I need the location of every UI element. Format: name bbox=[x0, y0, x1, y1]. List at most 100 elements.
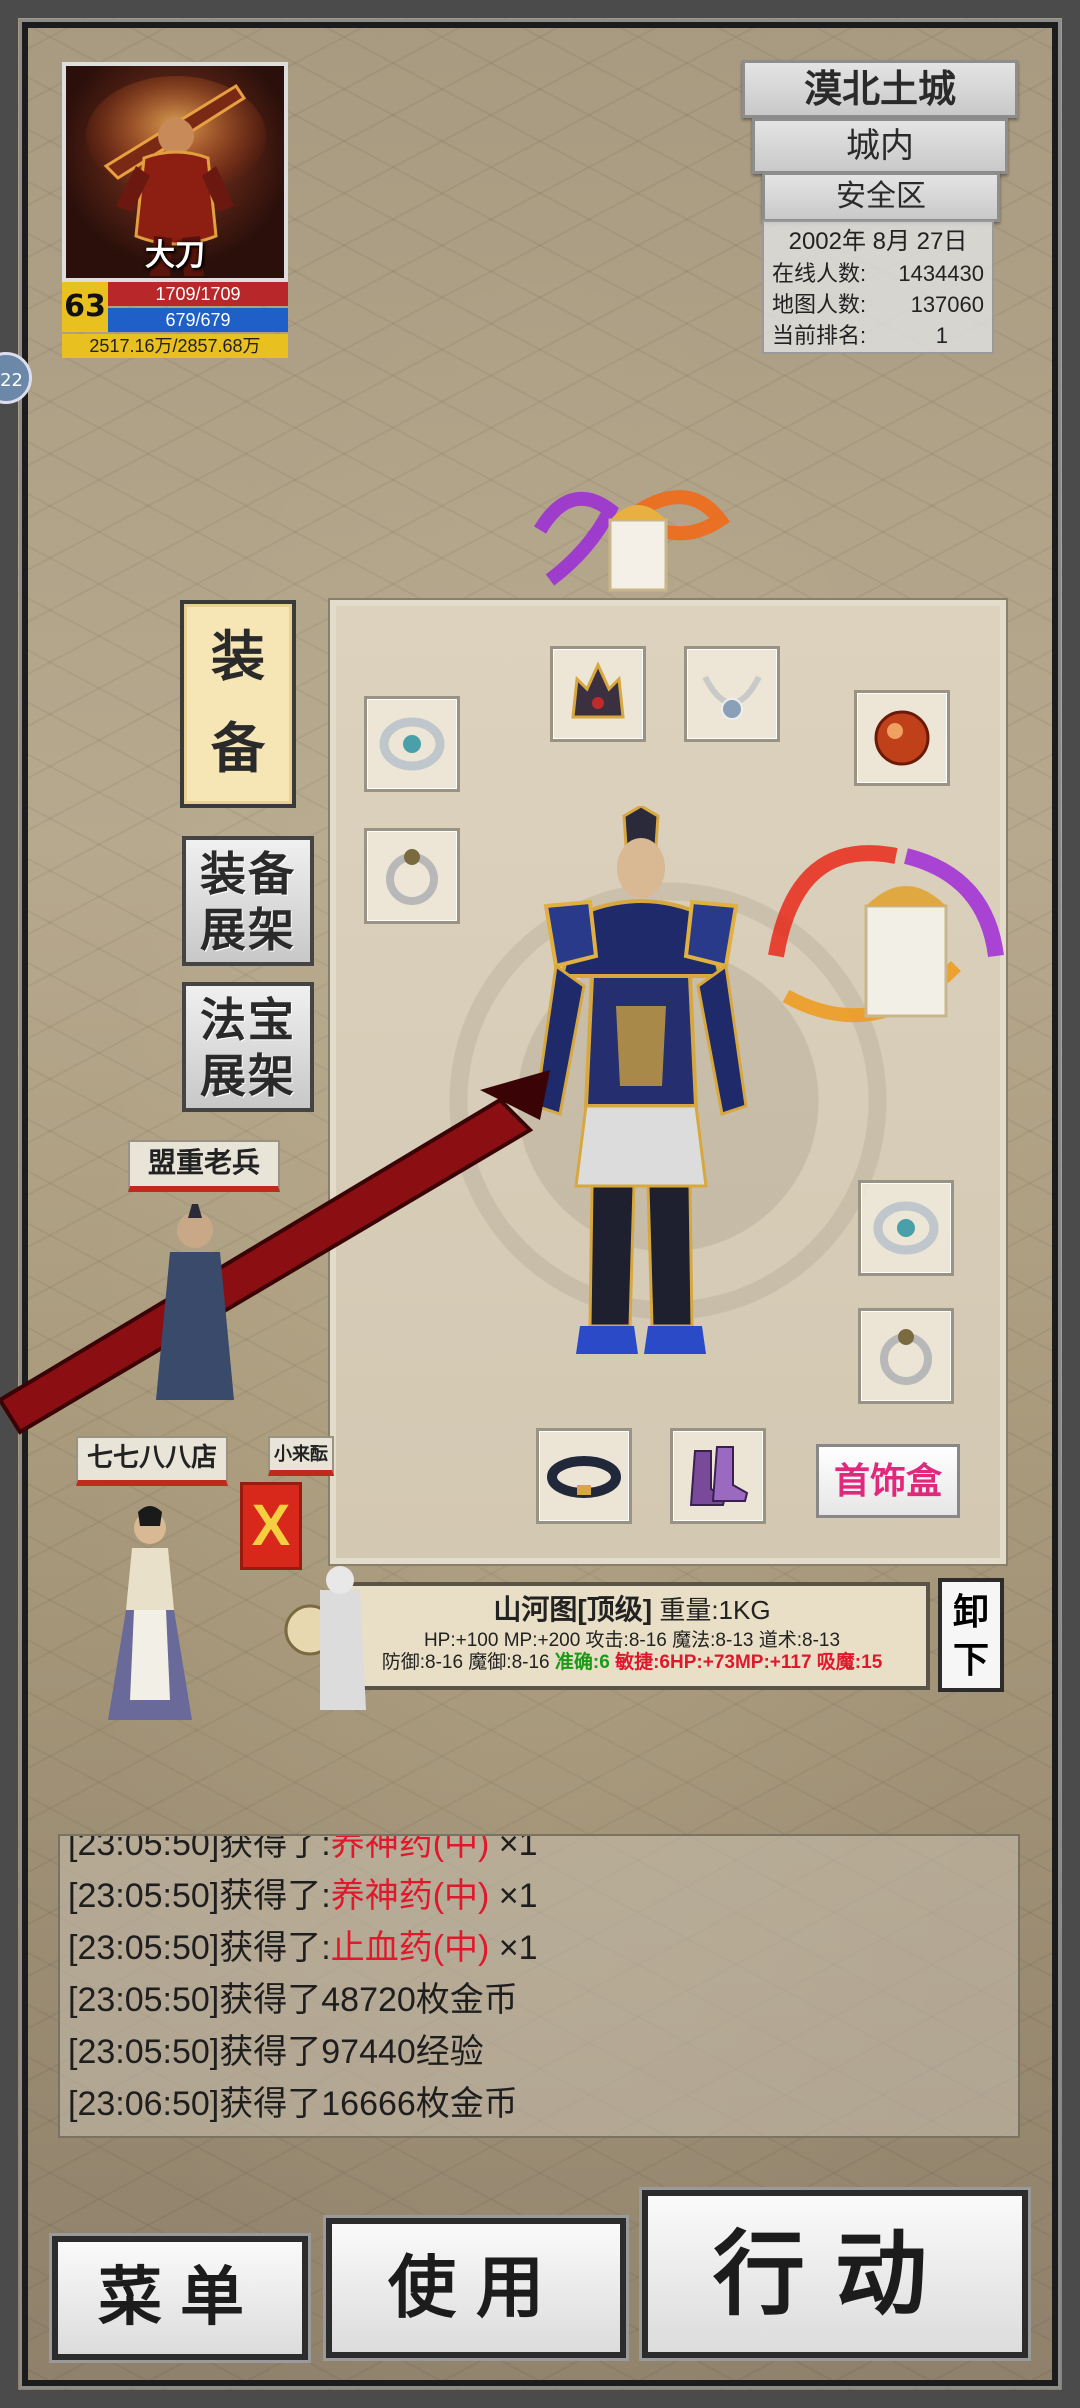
chat-lines: [23:05:50]获得了:养神药(中) ×1 [23:05:50]获得了:养神… bbox=[68, 1834, 538, 2130]
item-tooltip: 山河图[顶级] 重量:1KG HP:+100 MP:+200 攻击:8-16 魔… bbox=[334, 1582, 930, 1690]
jewelry-box-button[interactable]: 首饰盒 bbox=[816, 1444, 960, 1518]
item-title-line: 山河图[顶级] 重量:1KG bbox=[338, 1586, 926, 1630]
npc-label-small[interactable]: 小来酝 bbox=[268, 1436, 334, 1476]
player-portrait[interactable]: 大刀 bbox=[62, 62, 288, 282]
rank-label: 当前排名: bbox=[772, 323, 867, 348]
chat-line: [23:06:50]获得了16666枚金币 bbox=[68, 2078, 538, 2130]
slot-bracelet-right[interactable] bbox=[858, 1180, 954, 1276]
chat-text: 获得了: bbox=[219, 1929, 331, 1967]
npc-shopkeeper-figure-icon[interactable] bbox=[100, 1500, 200, 1750]
rank-row: 当前排名: 1 bbox=[772, 320, 984, 351]
online-count-value: 1434430 bbox=[898, 261, 984, 286]
item-defense: 防御:8-16 魔御:8-16 bbox=[381, 1652, 550, 1673]
online-count-row: 在线人数: 1434430 bbox=[772, 258, 984, 289]
bracelet-icon bbox=[873, 1201, 939, 1255]
chat-line: [23:05:50]获得了:养神药(中) ×1 bbox=[68, 1870, 538, 1922]
ring-icon bbox=[386, 849, 438, 905]
item-name: 山河图[顶级] bbox=[493, 1594, 653, 1625]
npc-label-shop[interactable]: 七七八八店 bbox=[76, 1436, 228, 1486]
server-info-box: 2002年 8月 27日 在线人数: 1434430 地图人数: 137060 … bbox=[762, 220, 994, 354]
chat-suffix: ×1 bbox=[489, 1834, 538, 1863]
unequip-line2: 下 bbox=[952, 1639, 989, 1681]
chat-time: [23:05:50] bbox=[68, 1929, 220, 1967]
map-count-label: 地图人数: bbox=[772, 292, 867, 317]
npc-veteran-figure-icon[interactable] bbox=[140, 1200, 250, 1420]
chat-text: 获得了97440经验 bbox=[219, 2033, 484, 2071]
close-button[interactable]: X bbox=[240, 1482, 302, 1570]
necklace-icon bbox=[702, 675, 762, 720]
boots-icon bbox=[689, 1446, 749, 1506]
chat-time: [23:05:50] bbox=[68, 1877, 220, 1915]
chat-line: [23:05:50]获得了48720枚金币 bbox=[68, 1974, 538, 2026]
bracelet-icon bbox=[379, 717, 445, 771]
treasure-showcase-line1: 法宝 bbox=[200, 993, 296, 1047]
player-level: 63 bbox=[62, 282, 108, 332]
item-weight: 重量:1KG bbox=[659, 1595, 771, 1625]
chat-time: [23:05:50] bbox=[68, 2033, 220, 2071]
action-button[interactable]: 行动 bbox=[642, 2190, 1028, 2358]
slot-bracelet-left[interactable] bbox=[364, 696, 460, 792]
hp-bar: 1709/1709 bbox=[108, 282, 288, 306]
equipment-tab-line1: 装 bbox=[211, 624, 265, 688]
chat-line: [23:05:50]获得了:养神药(中) ×1 bbox=[68, 1834, 538, 1870]
slot-helmet[interactable] bbox=[550, 646, 646, 742]
chat-line: [23:05:50]获得了97440经验 bbox=[68, 2026, 538, 2078]
chat-text: 获得了: bbox=[219, 1877, 331, 1915]
ring-icon bbox=[880, 1329, 932, 1385]
item-stats-line1: HP:+100 MP:+200 攻击:8-16 魔法:8-13 道术:8-13 bbox=[423, 1630, 841, 1651]
belt-icon bbox=[547, 1456, 621, 1498]
chat-item: 养神药(中) bbox=[330, 1834, 490, 1863]
chat-item: 养神药(中) bbox=[330, 1877, 490, 1915]
rank-value: 1 bbox=[935, 323, 948, 348]
unequip-button[interactable]: 卸 下 bbox=[938, 1578, 1004, 1692]
side-badge[interactable]: 22 bbox=[0, 352, 32, 404]
chat-text: 获得了16666枚金币 bbox=[219, 2085, 518, 2123]
online-count-label: 在线人数: bbox=[772, 261, 867, 286]
item-agility: 敏捷:6 bbox=[615, 1652, 670, 1673]
chat-time: [23:06:50] bbox=[68, 2085, 220, 2123]
slot-necklace[interactable] bbox=[684, 646, 780, 742]
slot-medal[interactable] bbox=[854, 690, 950, 786]
chat-suffix: ×1 bbox=[489, 1929, 538, 1967]
mp-bar: 679/679 bbox=[108, 308, 288, 332]
slot-boots[interactable] bbox=[670, 1428, 766, 1524]
scroll-treasure-icon bbox=[768, 845, 1004, 1023]
gold-bar: 2517.16万/2857.68万 bbox=[62, 334, 288, 358]
game-date: 2002年 8月 27日 bbox=[788, 228, 968, 255]
treasure-scroll-effect-icon bbox=[533, 490, 730, 592]
red-sword-icon bbox=[0, 1070, 550, 1435]
player-status-panel[interactable]: 大刀 63 1709/1709 679/679 2517.16万/2857.68… bbox=[62, 62, 288, 358]
unequip-line1: 卸 bbox=[952, 1591, 989, 1633]
npc-label-veteran[interactable]: 盟重老兵 bbox=[128, 1140, 280, 1192]
equipment-tab-line2: 备 bbox=[211, 716, 265, 780]
medal-icon bbox=[874, 710, 930, 766]
use-button[interactable]: 使用 bbox=[326, 2218, 626, 2358]
npc-guard-figure-icon[interactable] bbox=[280, 1560, 380, 1730]
item-accuracy: 准确:6 bbox=[554, 1652, 610, 1673]
chat-log[interactable]: [23:05:50]获得了:养神药(中) ×1 [23:05:50]获得了:养神… bbox=[58, 1834, 1020, 2138]
item-bonus: HP:+73MP:+117 吸魔:15 bbox=[670, 1652, 883, 1673]
slot-belt[interactable] bbox=[536, 1428, 632, 1524]
chat-suffix: ×1 bbox=[489, 1877, 538, 1915]
item-stats-line2: 防御:8-16 魔御:8-16 准确:6 敏捷:6HP:+73MP:+117 吸… bbox=[338, 1652, 926, 1674]
equipment-showcase-line2: 展架 bbox=[200, 903, 296, 957]
chat-time: [23:05:50] bbox=[68, 1981, 220, 2019]
area-name: 城内 bbox=[752, 118, 1008, 174]
equipment-showcase-line1: 装备 bbox=[200, 847, 296, 901]
city-name: 漠北土城 bbox=[742, 60, 1018, 118]
slot-ring-right[interactable] bbox=[858, 1308, 954, 1404]
equipment-showcase-button[interactable]: 装备 展架 bbox=[182, 836, 314, 966]
map-count-value: 137060 bbox=[910, 292, 984, 317]
chat-line: [23:05:50]获得了:止血药(中) ×1 bbox=[68, 1922, 538, 1974]
game-screen: 22 大刀 63 1709/1709 679/679 2517.16万/2857… bbox=[0, 0, 1080, 2408]
chat-item: 止血药(中) bbox=[330, 1929, 490, 1967]
menu-button[interactable]: 菜单 bbox=[52, 2236, 308, 2360]
player-name: 大刀 bbox=[145, 238, 205, 273]
chat-text: 获得了: bbox=[219, 1834, 331, 1863]
equipment-tab[interactable]: 装 备 bbox=[180, 600, 296, 808]
slot-ring-left[interactable] bbox=[364, 828, 460, 924]
chat-text: 获得了48720枚金币 bbox=[219, 1981, 518, 2019]
helmet-icon bbox=[571, 661, 625, 719]
chat-time: [23:05:50] bbox=[68, 1834, 220, 1863]
zone-name: 安全区 bbox=[762, 172, 1000, 222]
